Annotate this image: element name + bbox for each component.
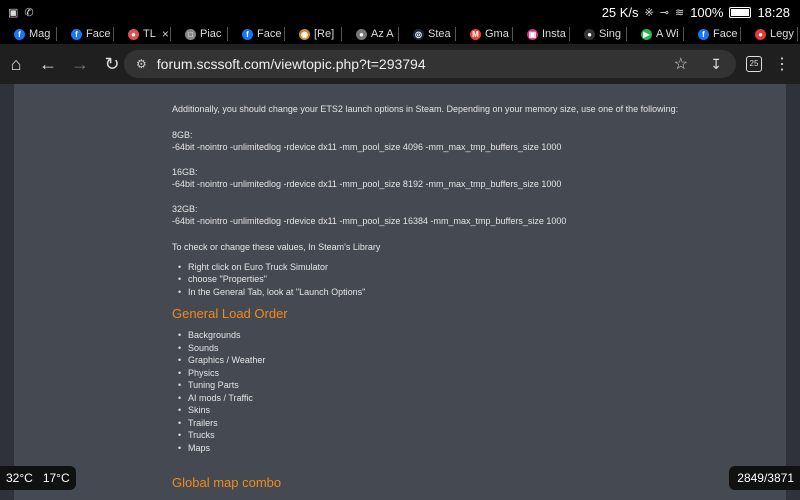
browser-tab[interactable]: f Face [57,27,114,41]
site-info-icon[interactable]: ⚙ [136,57,147,71]
browser-tab[interactable]: ● Legy [741,27,798,41]
tab-label: Insta [542,28,566,40]
list-item: Right click on Euro Truck Simulator [178,262,328,272]
wifi-icon: ≋ [674,6,685,19]
list-item: Trailers [178,418,218,428]
tab-label: Sing [599,28,622,40]
check-text: To check or change these values, In Stea… [172,242,381,252]
facebook-icon: f [242,28,253,40]
temp-low: 17°C [42,471,70,485]
option-value: -64bit -nointro -unlimitedlog -rdevice d… [172,179,562,189]
option-label: 32GB: [172,204,198,214]
post-intro: Additionally, you should change your ETS… [172,104,679,114]
facebook-icon: f [71,28,82,40]
list-item: Skins [178,405,210,415]
tab-label: Legy [770,28,794,40]
clock: 18:28 [757,4,790,20]
site-icon: ● [755,28,766,40]
browser-tab[interactable]: f Mag [0,27,57,41]
battery-icon [729,6,752,18]
list-item: Physics [178,368,219,378]
instagram-icon: ▣ [527,28,538,40]
tab-label: [Re] [314,28,335,40]
section-heading-load-order: General Load Order [172,306,288,321]
option-label: 8GB: [172,130,193,140]
browser-tab[interactable]: ◉ [Re] [285,27,342,41]
forward-icon[interactable]: → [64,48,96,80]
list-item: choose "Properties" [178,274,267,284]
tab-label: Mag [29,28,51,40]
tab-strip: f Mag f Face ● TL × □ Piac f Face ◉ [Re] ● Az A ◎ Stea M G… [0,24,800,44]
tab-label: Gma [485,28,509,40]
more-menu-icon[interactable]: ⋮ [774,54,790,74]
url-text[interactable]: forum.scssoft.com/viewtopic.php?t=293794 [157,56,426,72]
list-item: Sounds [178,343,218,353]
status-bar: ▣ ✆ 25 K/s ※ ⊸ ≋ 100% 18:28 [0,0,800,24]
list-item: Trucks [178,430,215,440]
web-page[interactable]: Additionally, you should change your ETS… [0,84,800,500]
list-item: Tuning Parts [178,380,239,390]
tab-label: Stea [428,28,451,40]
browser-tab[interactable]: ▣ Insta [513,27,570,41]
tab-switcher-button[interactable]: 25 [746,56,762,72]
site-icon: ● [584,28,595,40]
option-value: -64bit -nointro -unlimitedlog -rdevice d… [172,142,562,152]
missed-call-icon: ✆ [24,6,34,19]
option-label: 16GB: [172,167,198,177]
weather-widget[interactable]: 32°C 17°C [0,466,76,490]
browser-tab[interactable]: M Gma [456,27,513,41]
browser-tab[interactable]: ◎ Stea [399,27,456,41]
play-icon: ▶ [641,28,652,40]
browser-tab[interactable]: ● TL × [114,27,171,41]
list-item: Backgrounds [178,330,240,340]
tab-label: Face [257,28,282,40]
browser-tab[interactable]: ● Az A [342,27,399,41]
key-icon: ⊸ [659,6,669,19]
download-icon[interactable]: ↧ [710,56,722,73]
temp-high: 32°C [6,471,33,485]
site-icon: ● [128,28,139,40]
tab-label: A Wi [656,28,679,40]
bluetooth-icon: ※ [644,6,654,19]
browser-tab[interactable]: □ Piac [171,27,228,41]
list-item: In the General Tab, look at "Launch Opti… [178,287,365,297]
browser-tab[interactable]: f Face [228,27,285,41]
close-tab-icon[interactable]: × [162,27,169,41]
browser-toolbar: ⌂ ← → ↻ ⚙ forum.scssoft.com/viewtopic.ph… [0,44,800,84]
tab-label: Az A [371,28,394,40]
facebook-icon: f [14,28,25,40]
list-item: AI mods / Traffic [178,393,253,403]
bookmark-star-icon[interactable]: ☆ [674,54,688,74]
facebook-icon: f [698,28,709,40]
steam-icon: ◎ [413,28,424,40]
tab-label: Face [713,28,738,40]
forum-icon: ◉ [299,28,310,40]
site-icon: ● [356,28,367,40]
tab-label: Piac [200,28,222,40]
scroll-position-counter: 2849/3871 [729,466,800,490]
tab-label: Face [86,28,111,40]
address-bar[interactable]: ⚙ forum.scssoft.com/viewtopic.php?t=2937… [124,50,736,78]
browser-tab[interactable]: ▶ A Wi [627,27,684,41]
list-item: Maps [178,443,210,453]
option-value: -64bit -nointro -unlimitedlog -rdevice d… [172,216,567,226]
list-item: Graphics / Weather [178,355,265,365]
section-heading-map-combo: Global map combo [172,475,282,490]
network-speed: 25 K/s [601,4,639,20]
tab-label: TL [143,28,156,40]
gmail-icon: M [470,28,481,40]
browser-tab[interactable]: f Face [684,27,741,41]
document-icon: □ [185,28,196,40]
browser-tab[interactable]: ● Sing [570,27,627,41]
battery-percent: 100% [690,4,724,20]
home-icon[interactable]: ⌂ [0,48,32,80]
notification-icon: ▣ [8,6,19,19]
back-icon[interactable]: ← [32,48,64,80]
